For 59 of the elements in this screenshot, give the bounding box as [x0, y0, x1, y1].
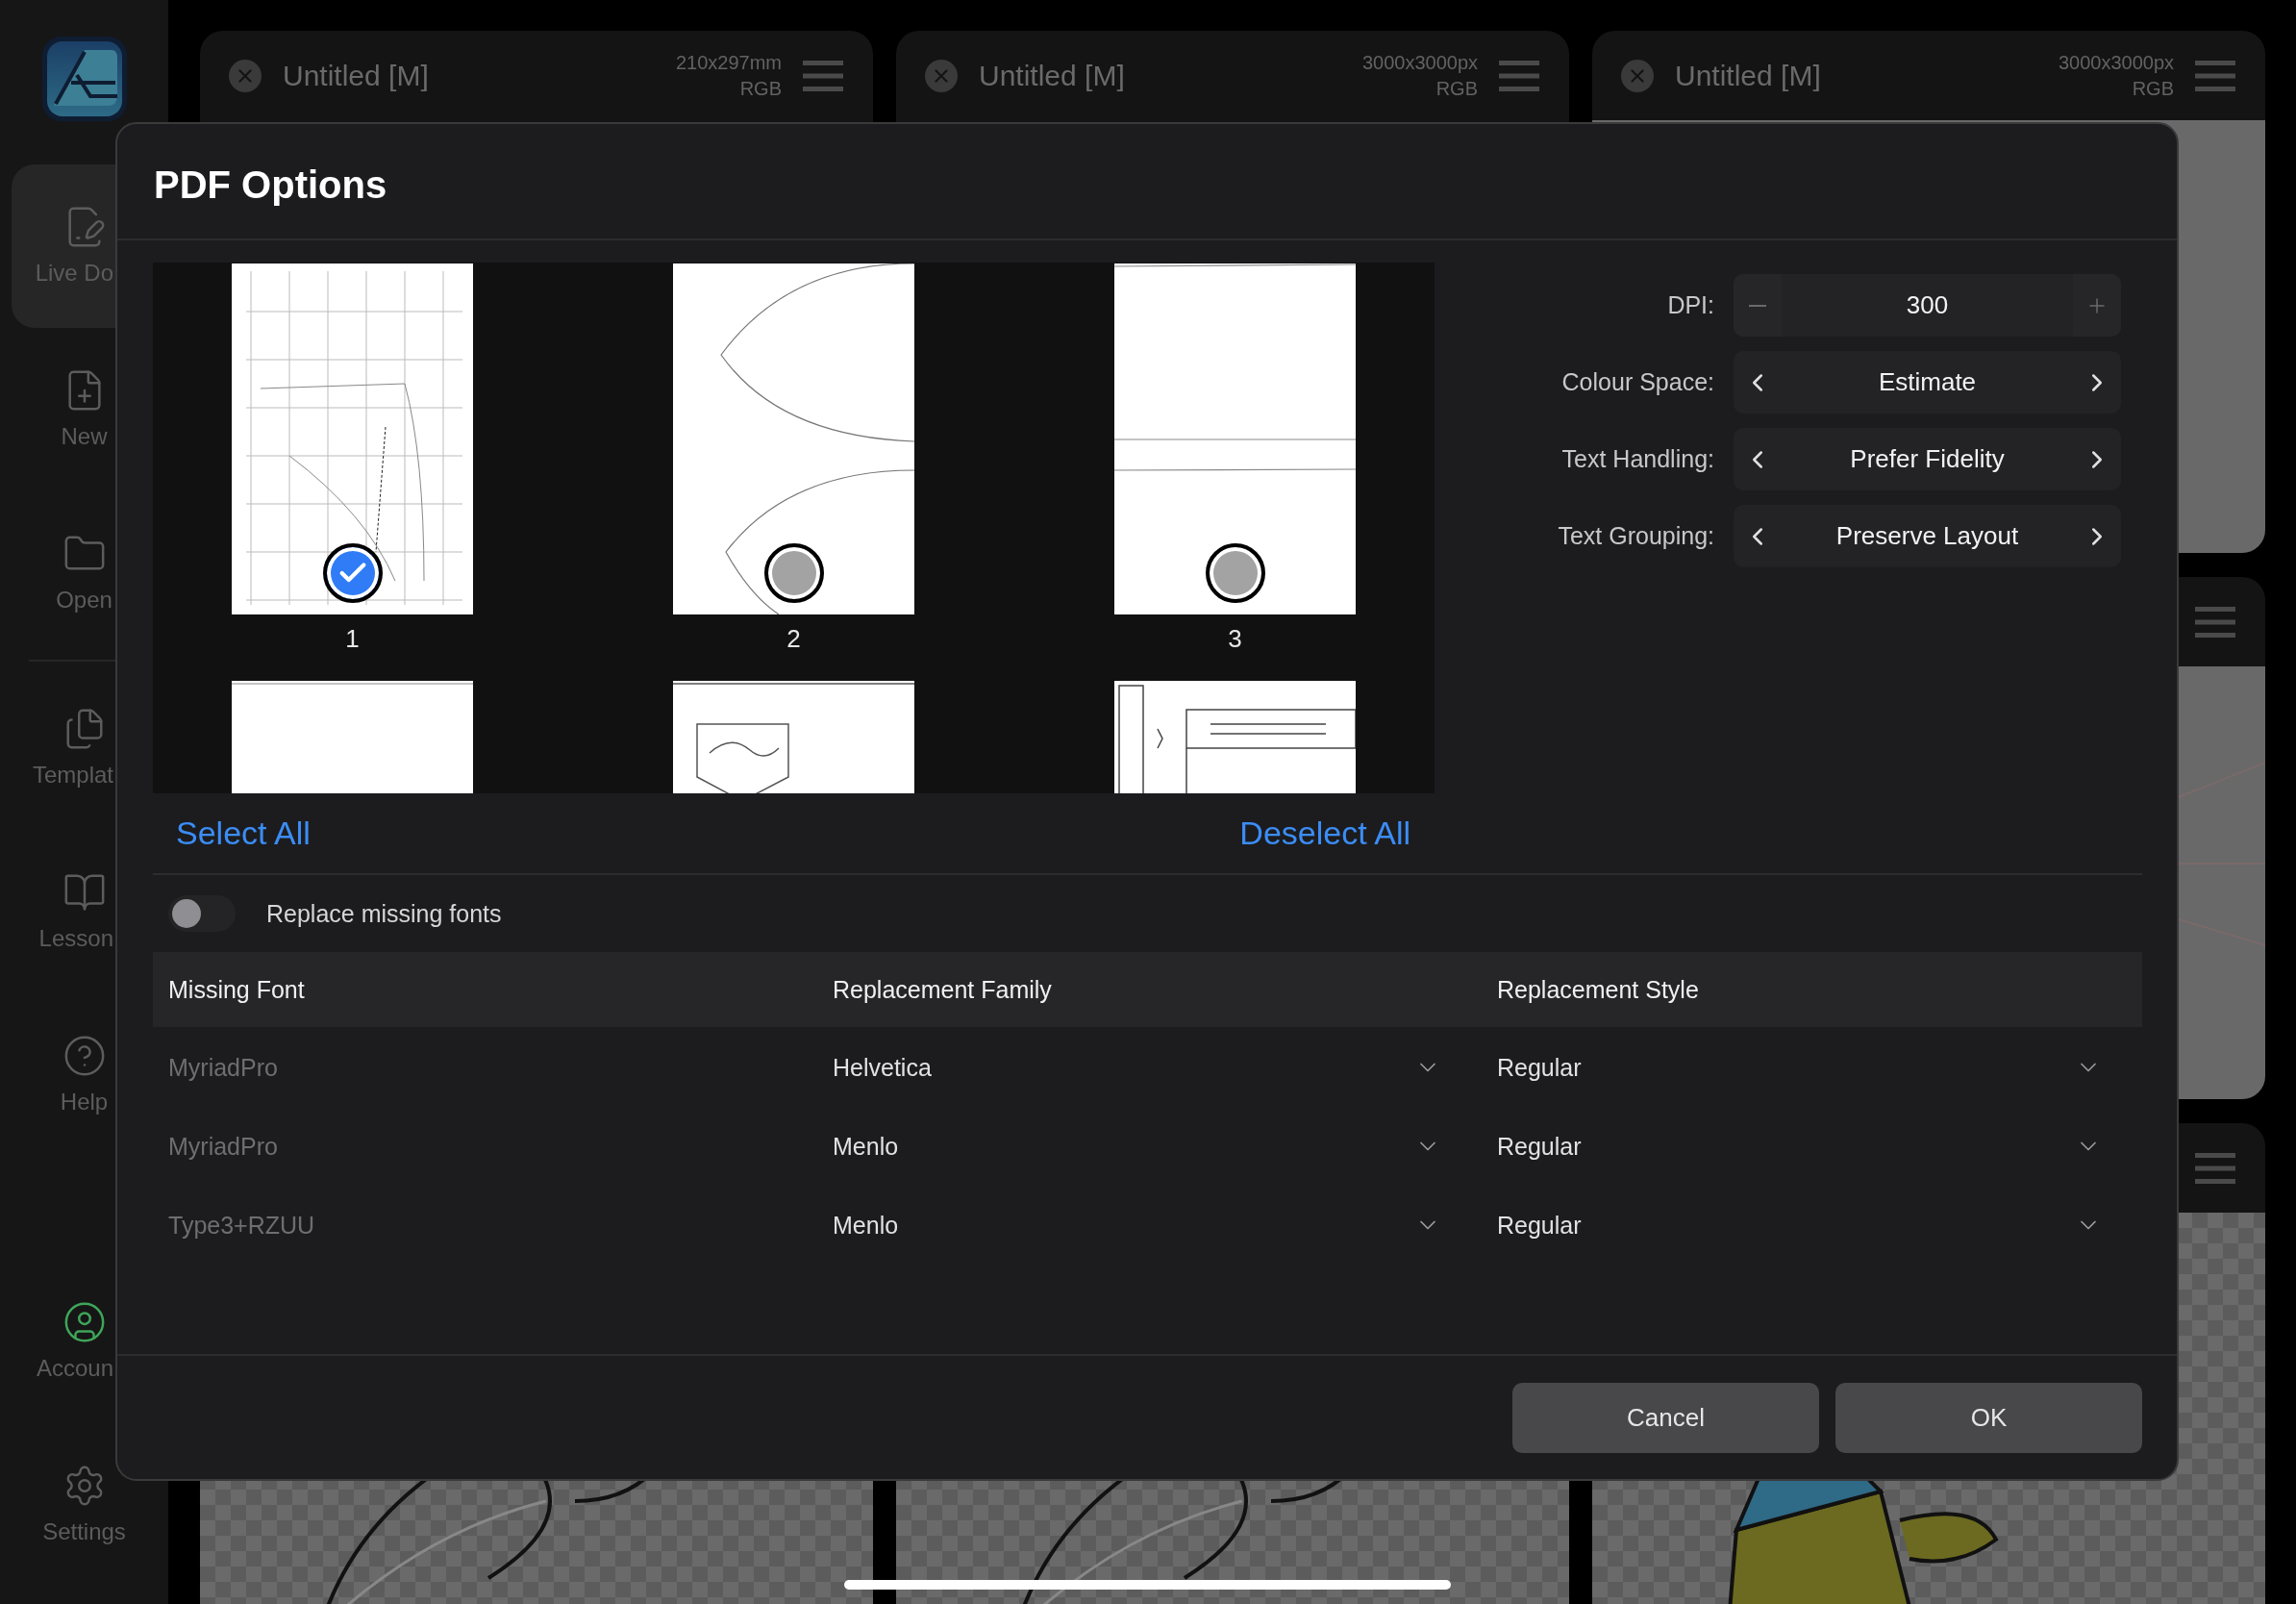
dialog-title: PDF Options	[154, 163, 387, 207]
colour-mode: RGB	[2132, 77, 2174, 100]
page-thumbnail[interactable]	[1114, 263, 1356, 614]
document-size: 3000x3000px	[1361, 51, 1478, 74]
deselect-all-link[interactable]: Deselect All	[1239, 815, 1410, 852]
table-cell-text: Type3+RZUU	[167, 1211, 316, 1240]
sidebar-label: Settings	[42, 1517, 126, 1546]
app-logo-icon[interactable]	[41, 37, 127, 121]
column-header: Replacement Style	[1496, 975, 1700, 1004]
document-size: 3000x3000px	[2058, 51, 2174, 74]
page-number: 3	[1228, 623, 1242, 655]
sidebar-label: Help	[60, 1088, 109, 1116]
option-control[interactable]: Estimate	[1734, 351, 2121, 414]
sidebar-label: Templat	[32, 761, 113, 789]
page-number: 2	[786, 623, 801, 655]
option-control[interactable]: Prefer Fidelity	[1734, 428, 2121, 490]
style-dropdown[interactable]: Regular	[1482, 1187, 2142, 1264]
select-all-link[interactable]: Select All	[176, 815, 311, 852]
document-title: Untitled [M]	[979, 59, 1125, 92]
menu-icon[interactable]	[803, 58, 843, 93]
style-dropdown[interactable]: Regular	[1482, 1108, 2142, 1185]
sidebar-label: Open	[56, 586, 112, 614]
column-header: Missing Font	[167, 975, 306, 1004]
style-dropdown[interactable]: Regular	[1482, 1029, 2142, 1106]
family-dropdown[interactable]: Helvetica	[817, 1029, 1482, 1106]
option-value: Preserve Layout	[1834, 521, 2020, 551]
family-dropdown[interactable]: Menlo	[817, 1108, 1482, 1185]
option-value: Prefer Fidelity	[1849, 444, 2006, 474]
table-cell-text: MyriadPro	[167, 1132, 279, 1161]
document-title: Untitled [M]	[283, 59, 429, 92]
option-label: Text Grouping:	[1558, 522, 1714, 550]
menu-icon[interactable]	[2195, 1150, 2235, 1186]
colour-mode: RGB	[739, 77, 782, 100]
table-cell-text: MyriadPro	[167, 1053, 279, 1082]
option-value: Estimate	[1877, 367, 1978, 397]
page-thumbnail[interactable]	[673, 263, 914, 614]
toggle-label: Replace missing fonts	[266, 899, 502, 928]
option-control[interactable]: Preserve Layout	[1734, 505, 2121, 567]
document-size: 210x297mm	[675, 51, 782, 74]
option-label: DPI:	[1667, 291, 1714, 319]
ok-button[interactable]: OK	[1835, 1382, 2142, 1453]
cancel-button[interactable]: Cancel	[1512, 1382, 1819, 1453]
toggle-switch[interactable]	[168, 895, 236, 932]
page-number: 1	[345, 623, 360, 655]
menu-icon[interactable]	[2195, 58, 2235, 93]
sidebar-label: Lesson	[38, 924, 113, 953]
sidebar-label: Accoun	[36, 1354, 113, 1383]
menu-icon[interactable]	[1499, 58, 1539, 93]
option-label: Colour Space:	[1561, 368, 1714, 396]
sidebar-label: New	[61, 422, 108, 451]
option-label: Text Handling:	[1561, 445, 1714, 473]
option-value: 300	[1905, 290, 1950, 320]
menu-icon[interactable]	[2195, 604, 2235, 639]
family-dropdown[interactable]: Menlo	[817, 1187, 1482, 1264]
column-header: Replacement Family	[832, 975, 1053, 1004]
page-thumbnail[interactable]	[232, 263, 473, 614]
document-title: Untitled [M]	[1675, 59, 1821, 92]
minus-icon	[1749, 304, 1766, 307]
colour-mode: RGB	[1435, 77, 1478, 100]
